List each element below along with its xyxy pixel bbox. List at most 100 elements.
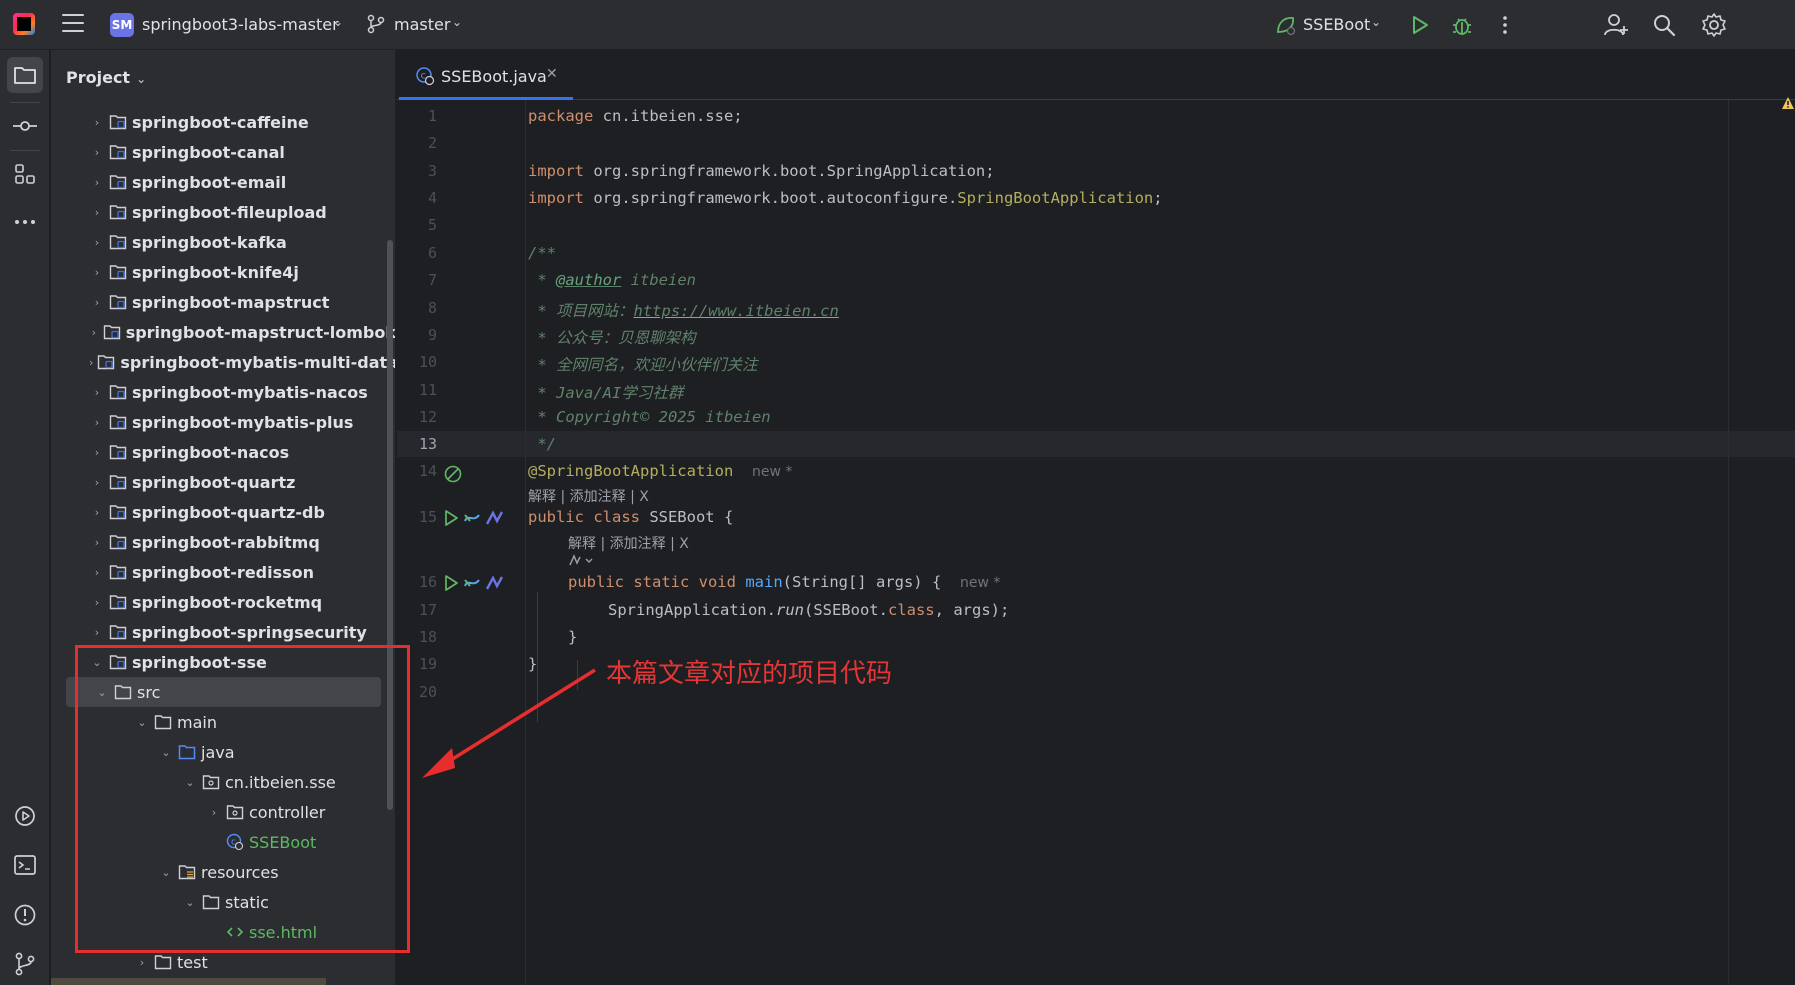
line-number[interactable]: 6: [397, 244, 437, 262]
line-number[interactable]: 5: [397, 216, 437, 234]
tree-item-module[interactable]: › springboot-email: [51, 167, 395, 197]
line-number[interactable]: 15: [397, 508, 437, 526]
gear-icon[interactable]: [1701, 12, 1727, 38]
line-number[interactable]: 16: [397, 573, 437, 591]
tree-item-module[interactable]: › springboot-nacos: [51, 437, 395, 467]
line-number[interactable]: 9: [397, 326, 437, 344]
collapsed-chevron-icon[interactable]: ›: [89, 596, 105, 609]
run-gutter-icon[interactable]: [443, 574, 459, 592]
project-chevron-down-icon[interactable]: ⌄: [333, 15, 343, 29]
collapsed-chevron-icon[interactable]: ›: [89, 476, 105, 489]
line-number[interactable]: 13: [397, 435, 437, 453]
line-number[interactable]: 12: [397, 408, 437, 426]
collapsed-chevron-icon[interactable]: ›: [89, 446, 105, 459]
collapsed-chevron-icon[interactable]: ›: [89, 506, 105, 519]
collapsed-chevron-icon[interactable]: ›: [89, 536, 105, 549]
author-inlay-hint[interactable]: new *: [752, 464, 792, 480]
collapsed-chevron-icon[interactable]: ›: [89, 386, 105, 399]
code-line-16[interactable]: public static void main(String[] args) {…: [568, 573, 1000, 591]
spring-boot-run-config-icon[interactable]: [1275, 14, 1297, 36]
run-config-chevron-down-icon[interactable]: ⌄: [1371, 15, 1381, 29]
services-icon[interactable]: [7, 798, 43, 834]
tree-item-module[interactable]: › springboot-mybatis-plus: [51, 407, 395, 437]
collapsed-chevron-icon[interactable]: ›: [89, 176, 105, 189]
tree-item-module[interactable]: › springboot-mybatis-multi-datasou: [51, 347, 395, 377]
collapsed-chevron-icon[interactable]: ›: [89, 266, 105, 279]
warning-icon[interactable]: [1781, 96, 1795, 110]
line-number[interactable]: 11: [397, 381, 437, 399]
project-badge[interactable]: SM: [110, 13, 134, 37]
code-line-6[interactable]: /**: [528, 244, 556, 262]
code-line-8[interactable]: * 项目网站：https://www.itbeien.cn: [528, 299, 838, 321]
tree-item-module[interactable]: › springboot-springsecurity: [51, 617, 395, 647]
collapsed-chevron-icon[interactable]: ›: [89, 206, 105, 219]
tree-item-module[interactable]: › springboot-canal: [51, 137, 395, 167]
code-line-11[interactable]: * Java/AI学习社群: [528, 381, 683, 403]
code-line-10[interactable]: * 全网同名，欢迎小伙伴们关注: [528, 353, 757, 375]
ai-assistant-chevron-down-icon[interactable]: [568, 553, 596, 569]
spring-bean-gutter-icon[interactable]: [443, 464, 463, 484]
line-number[interactable]: 17: [397, 601, 437, 619]
spring-mapping-gutter-icon[interactable]: [463, 574, 481, 592]
run-configuration-name[interactable]: SSEBoot: [1303, 15, 1370, 34]
line-number[interactable]: 3: [397, 162, 437, 180]
branch-chevron-down-icon[interactable]: ⌄: [452, 15, 462, 29]
tree-item-module[interactable]: › springboot-quartz: [51, 467, 395, 497]
terminal-icon[interactable]: [7, 847, 43, 883]
collapsed-chevron-icon[interactable]: ›: [89, 116, 105, 129]
collapsed-chevron-icon[interactable]: ›: [89, 296, 105, 309]
git-branch-icon[interactable]: [367, 14, 385, 34]
tree-item-module[interactable]: › springboot-fileupload: [51, 197, 395, 227]
tree-item-module[interactable]: › springboot-kafka: [51, 227, 395, 257]
line-number[interactable]: 2: [397, 134, 437, 152]
collapsed-chevron-icon[interactable]: ›: [89, 626, 105, 639]
code-line-14[interactable]: @SpringBootApplication new *: [528, 462, 792, 480]
tree-item-module[interactable]: › springboot-mapstruct: [51, 287, 395, 317]
tree-item-module[interactable]: › springboot-knife4j: [51, 257, 395, 287]
line-number[interactable]: 18: [397, 628, 437, 646]
line-number[interactable]: 8: [397, 299, 437, 317]
project-panel-header[interactable]: Project ⌄: [66, 68, 146, 87]
code-line-7[interactable]: * @author itbeien: [528, 271, 696, 289]
run-icon[interactable]: [1410, 14, 1430, 36]
code-line-9[interactable]: * 公众号：贝恩聊架构: [528, 326, 695, 348]
line-number[interactable]: 14: [397, 462, 437, 480]
more-vertical-icon[interactable]: [1500, 14, 1510, 36]
code-line-18[interactable]: }: [568, 628, 577, 646]
code-line-12[interactable]: * Copyright© 2025 itbeien: [528, 408, 770, 426]
ai-assistant-gutter-icon[interactable]: [485, 574, 505, 592]
structure-icon[interactable]: [7, 156, 43, 192]
tree-item-module[interactable]: › springboot-quartz-db: [51, 497, 395, 527]
code-line-4[interactable]: import org.springframework.boot.autoconf…: [528, 189, 1163, 207]
collapsed-chevron-icon[interactable]: ›: [89, 146, 105, 159]
tab-sseboot-java[interactable]: c SSEBoot.java ✕: [399, 50, 573, 100]
line-number[interactable]: 1: [397, 107, 437, 125]
spring-mapping-gutter-icon[interactable]: [463, 509, 481, 527]
tree-item-module[interactable]: › springboot-caffeine: [51, 107, 395, 137]
code-line-13[interactable]: */: [528, 435, 556, 453]
collapsed-chevron-icon[interactable]: ›: [89, 326, 99, 339]
commit-icon[interactable]: [7, 108, 43, 144]
intellij-logo-icon[interactable]: [13, 13, 35, 35]
code-line-17[interactable]: SpringApplication.run(SSEBoot.class, arg…: [608, 601, 1009, 619]
code-line-3[interactable]: import org.springframework.boot.SpringAp…: [528, 162, 995, 180]
tree-item-module[interactable]: › springboot-redisson: [51, 557, 395, 587]
project-tool-folder-icon[interactable]: [7, 57, 43, 93]
tree-item-module[interactable]: › springboot-mapstruct-lombok: [51, 317, 395, 347]
problems-icon[interactable]: [7, 897, 43, 933]
add-user-icon[interactable]: [1603, 12, 1629, 38]
ai-inlay-hint-method-actions[interactable]: 解释 | 添加注释 | X: [568, 533, 689, 553]
debug-bug-icon[interactable]: [1451, 13, 1473, 37]
branch-name[interactable]: master: [394, 15, 450, 34]
line-number[interactable]: 4: [397, 189, 437, 207]
code-line-1[interactable]: package cn.itbeien.sse;: [528, 107, 743, 125]
ai-assistant-gutter-icon[interactable]: [485, 509, 505, 527]
line-number[interactable]: 7: [397, 271, 437, 289]
project-tree-horizontal-scrollbar[interactable]: [51, 978, 326, 985]
run-gutter-icon[interactable]: [443, 509, 459, 527]
main-menu-icon[interactable]: [62, 14, 84, 34]
collapsed-chevron-icon[interactable]: ›: [89, 416, 105, 429]
version-control-icon[interactable]: [7, 946, 43, 982]
collapsed-chevron-icon[interactable]: ›: [89, 236, 105, 249]
tree-item-module[interactable]: › springboot-rabbitmq: [51, 527, 395, 557]
